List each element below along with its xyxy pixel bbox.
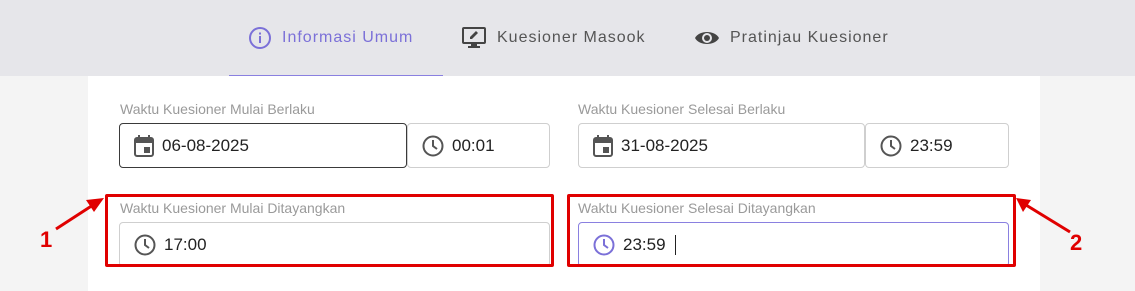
annotation-arrows: [55, 198, 1071, 234]
arrow-2: [1016, 198, 1071, 234]
annotation-number-2: 2: [1070, 230, 1083, 255]
annotation-number-1: 1: [40, 227, 53, 252]
arrow-1: [55, 198, 104, 231]
